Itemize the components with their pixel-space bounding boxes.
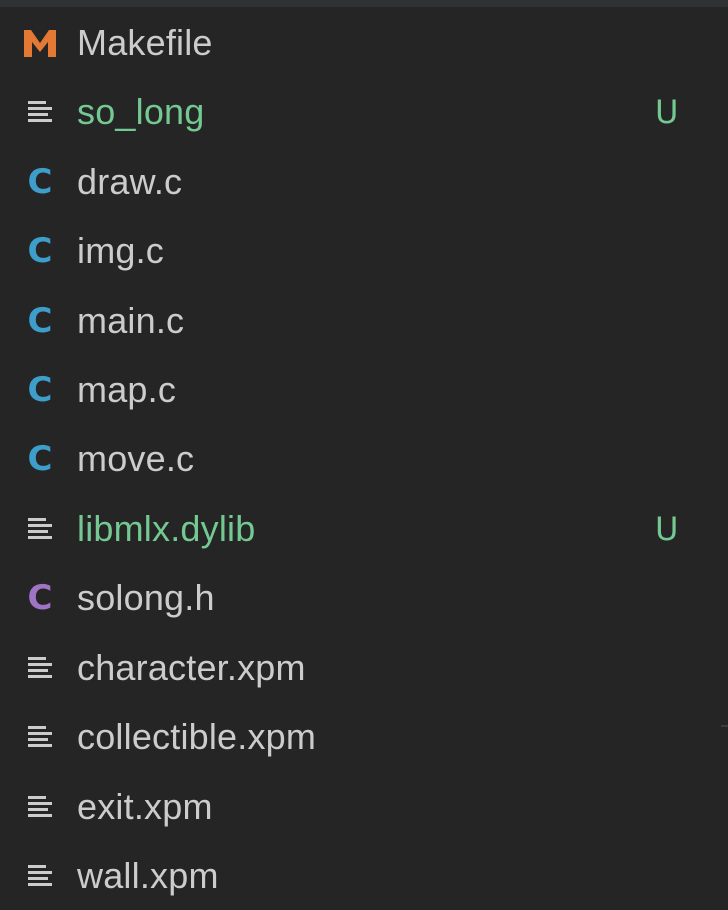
file-row-so-long[interactable]: so_long U (0, 77, 728, 147)
file-row-exit-xpm[interactable]: exit.xpm (0, 772, 728, 842)
file-row-wall-xpm[interactable]: wall.xpm (0, 841, 728, 910)
lines-icon (18, 785, 62, 829)
file-row-solong-h[interactable]: C solong.h (0, 563, 728, 633)
file-name: Makefile (77, 22, 213, 63)
git-status-badge: U (655, 510, 679, 548)
file-name: main.c (77, 300, 185, 341)
file-name: so_long (77, 91, 205, 132)
lines-icon (18, 854, 62, 898)
file-name: move.c (77, 438, 195, 479)
file-row-move-c[interactable]: C move.c (0, 424, 728, 494)
file-explorer: Makefile so_long U C draw.c C img.c C ma… (0, 0, 728, 910)
lines-icon (18, 90, 62, 134)
c-file-icon: C (27, 301, 53, 341)
file-row-main-c[interactable]: C main.c (0, 286, 728, 356)
file-row-libmlx-dylib[interactable]: libmlx.dylib U (0, 494, 728, 564)
file-row-img-c[interactable]: C img.c (0, 216, 728, 286)
file-name: map.c (77, 369, 177, 410)
file-row-makefile[interactable]: Makefile (0, 8, 728, 78)
header-file-icon: C (27, 578, 53, 618)
file-name: img.c (77, 230, 165, 271)
file-name: collectible.xpm (77, 716, 317, 757)
file-name: solong.h (77, 577, 215, 618)
file-row-character-xpm[interactable]: character.xpm (0, 633, 728, 703)
lines-icon (18, 646, 62, 690)
makefile-icon (18, 21, 62, 65)
file-name: wall.xpm (77, 855, 219, 896)
git-status-badge: U (655, 93, 679, 131)
lines-icon (18, 715, 62, 759)
c-file-icon: C (27, 370, 53, 410)
top-divider (0, 0, 728, 7)
c-file-icon: C (27, 162, 53, 202)
c-file-icon: C (27, 231, 53, 271)
file-row-map-c[interactable]: C map.c (0, 355, 728, 425)
c-file-icon: C (27, 439, 53, 479)
file-name: exit.xpm (77, 786, 213, 827)
file-name: libmlx.dylib (77, 508, 256, 549)
file-name: draw.c (77, 161, 183, 202)
file-row-collectible-xpm[interactable]: collectible.xpm (0, 702, 728, 772)
file-row-draw-c[interactable]: C draw.c (0, 147, 728, 217)
file-name: character.xpm (77, 647, 306, 688)
lines-icon (18, 507, 62, 551)
